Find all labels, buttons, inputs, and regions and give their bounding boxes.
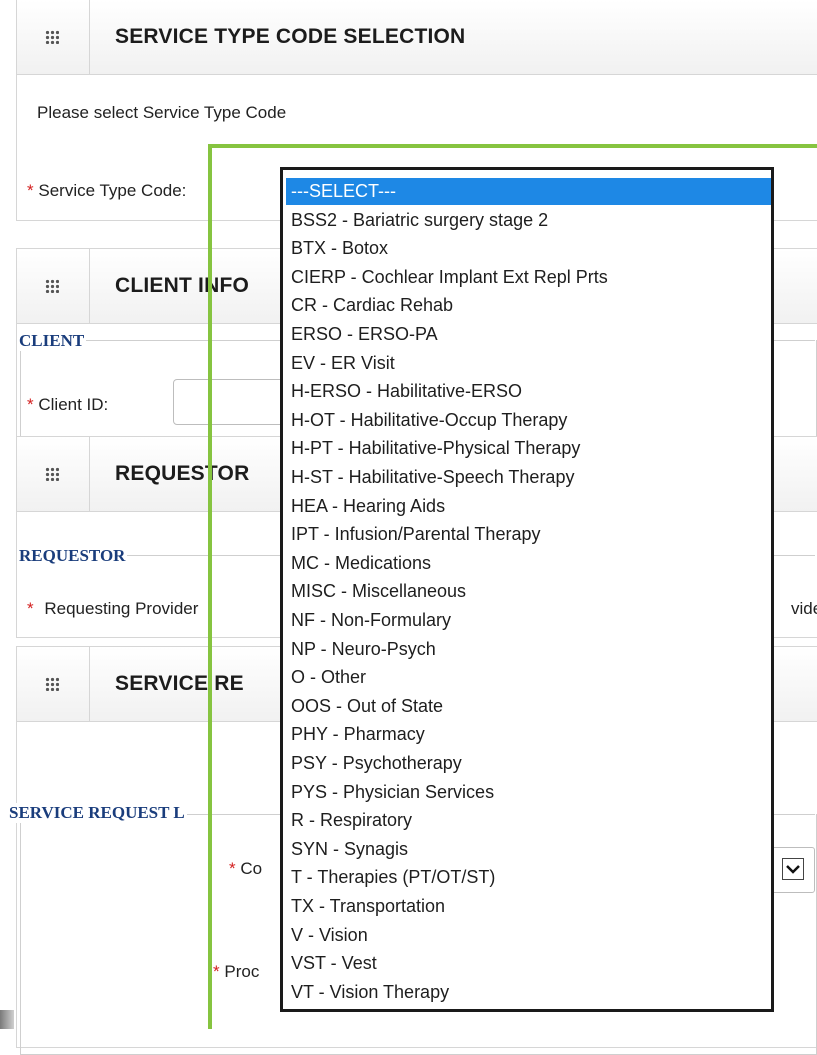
- service-type-panel-header: SERVICE TYPE CODE SELECTION: [17, 0, 817, 75]
- panel-title: SERVICE TYPE CODE SELECTION: [115, 25, 466, 48]
- dropdown-option[interactable]: CIERP - Cochlear Implant Ext Repl Prts: [291, 264, 608, 291]
- dropdown-option[interactable]: VST - Vest: [291, 950, 377, 977]
- grid-icon: [45, 279, 59, 293]
- panel-grip[interactable]: [17, 249, 90, 323]
- dropdown-option[interactable]: NF - Non-Formulary: [291, 607, 451, 634]
- service-type-code-dropdown[interactable]: ---SELECT--- BSS2 - Bariatric surgery sta…: [280, 167, 774, 1012]
- required-marker: *: [27, 395, 34, 414]
- dropdown-option[interactable]: HEA - Hearing Aids: [291, 493, 445, 520]
- service-type-code-label: * Service Type Code:: [27, 181, 186, 201]
- chevron-down-icon[interactable]: [782, 858, 804, 880]
- panel-title: SERVICE RE: [115, 672, 244, 695]
- required-marker: *: [213, 962, 220, 981]
- dropdown-option[interactable]: BTX - Botox: [291, 235, 388, 262]
- grid-icon: [45, 30, 59, 44]
- highlight-box-left: [208, 144, 212, 1029]
- service-request-section-label: SERVICE REQUEST L: [9, 803, 187, 823]
- required-marker: *: [229, 859, 236, 878]
- grid-icon: [45, 467, 59, 481]
- dropdown-option[interactable]: CR - Cardiac Rehab: [291, 292, 453, 319]
- dropdown-option[interactable]: H-OT - Habilitative-Occup Therapy: [291, 407, 567, 434]
- client-id-label-text: Client ID:: [38, 395, 109, 414]
- dropdown-option[interactable]: H-ERSO - Habilitative-ERSO: [291, 378, 522, 405]
- client-section-label: CLIENT: [19, 331, 87, 351]
- provider-label-fragment: vide: [791, 599, 817, 618]
- dropdown-option[interactable]: PHY - Pharmacy: [291, 721, 425, 748]
- dropdown-option[interactable]: O - Other: [291, 664, 366, 691]
- required-marker: *: [27, 181, 34, 200]
- service-request-field1-label: * Co: [229, 859, 262, 879]
- field1-label-text: Co: [240, 859, 263, 878]
- dropdown-option[interactable]: R - Respiratory: [291, 807, 412, 834]
- dropdown-option[interactable]: SYN - Synagis: [291, 836, 408, 863]
- dropdown-option[interactable]: IPT - Infusion/Parental Therapy: [291, 521, 540, 548]
- dropdown-option[interactable]: ERSO - ERSO-PA: [291, 321, 438, 348]
- field2-label-text: Proc: [224, 962, 260, 981]
- requesting-provider-label: * Requesting Provider: [27, 599, 198, 619]
- grid-icon: [45, 677, 59, 691]
- panel-title: REQUESTOR: [115, 462, 250, 485]
- dropdown-option[interactable]: OOS - Out of State: [291, 693, 443, 720]
- panel-title: CLIENT INFO: [115, 274, 250, 297]
- requesting-provider-label-text: Requesting Provider: [44, 599, 199, 618]
- dropdown-option[interactable]: PSY - Psychotherapy: [291, 750, 462, 777]
- dropdown-option[interactable]: MC - Medications: [291, 550, 431, 577]
- panel-grip[interactable]: [17, 0, 90, 74]
- dropdown-option[interactable]: T - Therapies (PT/OT/ST): [291, 864, 495, 891]
- dropdown-option[interactable]: H-PT - Habilitative-Physical Therapy: [291, 435, 580, 462]
- dropdown-option[interactable]: TX - Transportation: [291, 893, 445, 920]
- panel-grip[interactable]: [17, 647, 90, 721]
- client-id-label: * Client ID:: [27, 395, 108, 415]
- dropdown-option[interactable]: PYS - Physician Services: [291, 779, 494, 806]
- dropdown-option[interactable]: BSS2 - Bariatric surgery stage 2: [291, 207, 548, 234]
- dropdown-option[interactable]: V - Vision: [291, 922, 368, 949]
- dropdown-option[interactable]: EV - ER Visit: [291, 350, 395, 377]
- dropdown-option[interactable]: ---SELECT---: [286, 178, 771, 205]
- dropdown-option[interactable]: VT - Vision Therapy: [291, 979, 449, 1006]
- instructions-text: Please select Service Type Code: [37, 103, 287, 122]
- dropdown-option[interactable]: MISC - Miscellaneous: [291, 578, 466, 605]
- dropdown-option[interactable]: NP - Neuro-Psych: [291, 636, 436, 663]
- highlight-box-top: [208, 144, 817, 148]
- service-request-field2-label: * Proc: [213, 962, 259, 982]
- dropdown-option[interactable]: H-ST - Habilitative-Speech Therapy: [291, 464, 574, 491]
- panel-grip[interactable]: [17, 437, 90, 511]
- required-marker: *: [27, 599, 34, 618]
- service-type-code-label-text: Service Type Code:: [38, 181, 187, 200]
- requestor-section-label: REQUESTOR: [19, 546, 128, 566]
- page-corner-shadow: [0, 1010, 14, 1029]
